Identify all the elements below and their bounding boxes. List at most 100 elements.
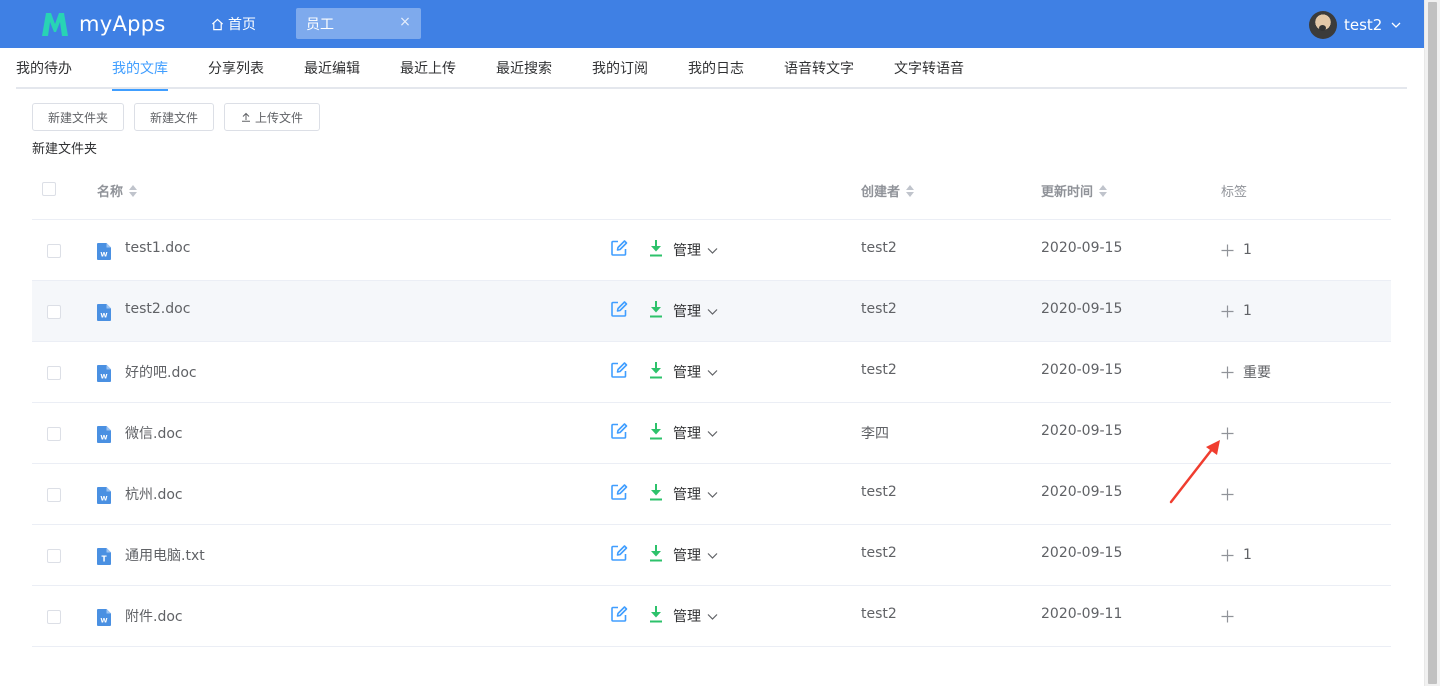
subnav-item-speech-to-text[interactable]: 语音转文字 (784, 49, 854, 89)
subnav-item-todo[interactable]: 我的待办 (16, 49, 72, 89)
logo[interactable]: myApps (40, 8, 166, 40)
row-checkbox[interactable] (47, 427, 61, 441)
file-name-link[interactable]: 附件.doc (125, 606, 183, 626)
manage-dropdown[interactable]: 管理 (673, 545, 718, 565)
header-updated[interactable]: 更新时间 (1041, 181, 1108, 200)
svg-text:W: W (100, 312, 107, 320)
tab-home[interactable]: 首页 (211, 12, 256, 36)
add-tag-icon[interactable] (1221, 610, 1234, 623)
subnav-item-library[interactable]: 我的文库 (112, 49, 168, 91)
edit-icon[interactable] (610, 544, 628, 562)
table-row[interactable]: W test2.doc 管理 test2 2020-09-15 1 (32, 281, 1391, 342)
subnav-item-logs[interactable]: 我的日志 (688, 49, 744, 89)
subnav-item-text-to-speech[interactable]: 文字转语音 (894, 49, 964, 89)
subnav-item-recent-upload[interactable]: 最近上传 (400, 49, 456, 89)
sort-icon[interactable] (906, 184, 915, 197)
creator-cell: test2 (861, 301, 897, 317)
tag-label[interactable]: 1 (1243, 303, 1252, 319)
row-checkbox[interactable] (47, 549, 61, 563)
table-row[interactable]: W 好的吧.doc 管理 test2 2020-09-15 重要 (32, 342, 1391, 403)
close-icon[interactable]: × (398, 15, 412, 29)
tab-employee[interactable]: 员工 × (296, 8, 421, 39)
download-icon[interactable] (649, 361, 663, 379)
table-header: 名称 创建者 更新时间 标签 (32, 159, 1391, 220)
tag-label[interactable]: 重要 (1243, 362, 1271, 382)
file-name-link[interactable]: test2.doc (125, 301, 190, 317)
upload-icon (241, 112, 250, 122)
download-icon[interactable] (649, 300, 663, 318)
select-all-checkbox[interactable] (42, 182, 56, 196)
add-tag-icon[interactable] (1221, 244, 1234, 257)
new-folder-button[interactable]: 新建文件夹 (32, 103, 124, 131)
file-name-link[interactable]: 通用电脑.txt (125, 545, 205, 565)
tag-label[interactable]: 1 (1243, 242, 1252, 258)
new-file-button[interactable]: 新建文件 (134, 103, 214, 131)
manage-dropdown[interactable]: 管理 (673, 423, 718, 443)
table-row[interactable]: W 附件.doc 管理 test2 2020-09-11 (32, 586, 1391, 647)
scrollbar[interactable] (1424, 0, 1440, 686)
annotation-arrow-icon (1169, 440, 1220, 504)
brand-name: myApps (79, 12, 166, 36)
manage-label: 管理 (673, 365, 701, 381)
avatar (1309, 11, 1337, 39)
word-file-icon: W (97, 487, 111, 504)
upload-label: 上传文件 (254, 110, 303, 125)
file-name-link[interactable]: test1.doc (125, 240, 190, 256)
scrollbar-thumb[interactable] (1428, 2, 1437, 684)
sub-nav: 我的待办 我的文库 分享列表 最近编辑 最近上传 最近搜索 我的订阅 我的日志 … (16, 49, 1407, 91)
manage-dropdown[interactable]: 管理 (673, 606, 718, 626)
tab-home-label: 首页 (228, 17, 256, 33)
manage-dropdown[interactable]: 管理 (673, 484, 718, 504)
add-tag-icon[interactable] (1221, 366, 1234, 379)
file-name-link[interactable]: 好的吧.doc (125, 362, 197, 382)
edit-icon[interactable] (610, 422, 628, 440)
toolbar-hint: 新建文件夹 (32, 142, 98, 157)
upload-button[interactable]: 上传文件 (224, 103, 320, 131)
new-folder-label: 新建文件夹 (47, 110, 108, 125)
download-icon[interactable] (649, 605, 663, 623)
row-checkbox[interactable] (47, 366, 61, 380)
manage-label: 管理 (673, 609, 701, 625)
manage-dropdown[interactable]: 管理 (673, 362, 718, 382)
svg-text:W: W (100, 373, 107, 381)
sort-icon[interactable] (1099, 184, 1108, 197)
date-cell: 2020-09-15 (1041, 423, 1123, 439)
table-body: W test1.doc 管理 test2 2020-09-15 1 W test… (32, 220, 1391, 647)
word-file-icon: W (97, 426, 111, 443)
header-name[interactable]: 名称 (97, 181, 138, 200)
download-icon[interactable] (649, 239, 663, 257)
add-tag-icon[interactable] (1221, 549, 1234, 562)
row-checkbox[interactable] (47, 305, 61, 319)
chevron-down-icon (707, 369, 718, 376)
tag-cell (1221, 606, 1243, 626)
edit-icon[interactable] (610, 361, 628, 379)
header-creator[interactable]: 创建者 (861, 181, 915, 200)
add-tag-icon[interactable] (1221, 305, 1234, 318)
new-file-label: 新建文件 (149, 110, 198, 125)
edit-icon[interactable] (610, 239, 628, 257)
row-checkbox[interactable] (47, 488, 61, 502)
user-menu[interactable]: test2 (1309, 11, 1401, 39)
subnav-item-recent-search[interactable]: 最近搜索 (496, 49, 552, 89)
download-icon[interactable] (649, 544, 663, 562)
edit-icon[interactable] (610, 605, 628, 623)
file-name-link[interactable]: 微信.doc (125, 423, 183, 443)
manage-dropdown[interactable]: 管理 (673, 301, 718, 321)
sort-icon[interactable] (129, 184, 138, 197)
manage-dropdown[interactable]: 管理 (673, 240, 718, 260)
edit-icon[interactable] (610, 483, 628, 501)
table-row[interactable]: W test1.doc 管理 test2 2020-09-15 1 (32, 220, 1391, 281)
tag-label[interactable]: 1 (1243, 547, 1252, 563)
svg-text:T: T (101, 555, 107, 564)
subnav-item-shared[interactable]: 分享列表 (208, 49, 264, 89)
txt-file-icon: T (97, 548, 111, 565)
row-checkbox[interactable] (47, 244, 61, 258)
edit-icon[interactable] (610, 300, 628, 318)
file-name-link[interactable]: 杭州.doc (125, 484, 183, 504)
subnav-item-subscriptions[interactable]: 我的订阅 (592, 49, 648, 89)
subnav-item-recent-edit[interactable]: 最近编辑 (304, 49, 360, 89)
download-icon[interactable] (649, 422, 663, 440)
table-row[interactable]: T 通用电脑.txt 管理 test2 2020-09-15 1 (32, 525, 1391, 586)
download-icon[interactable] (649, 483, 663, 501)
row-checkbox[interactable] (47, 610, 61, 624)
